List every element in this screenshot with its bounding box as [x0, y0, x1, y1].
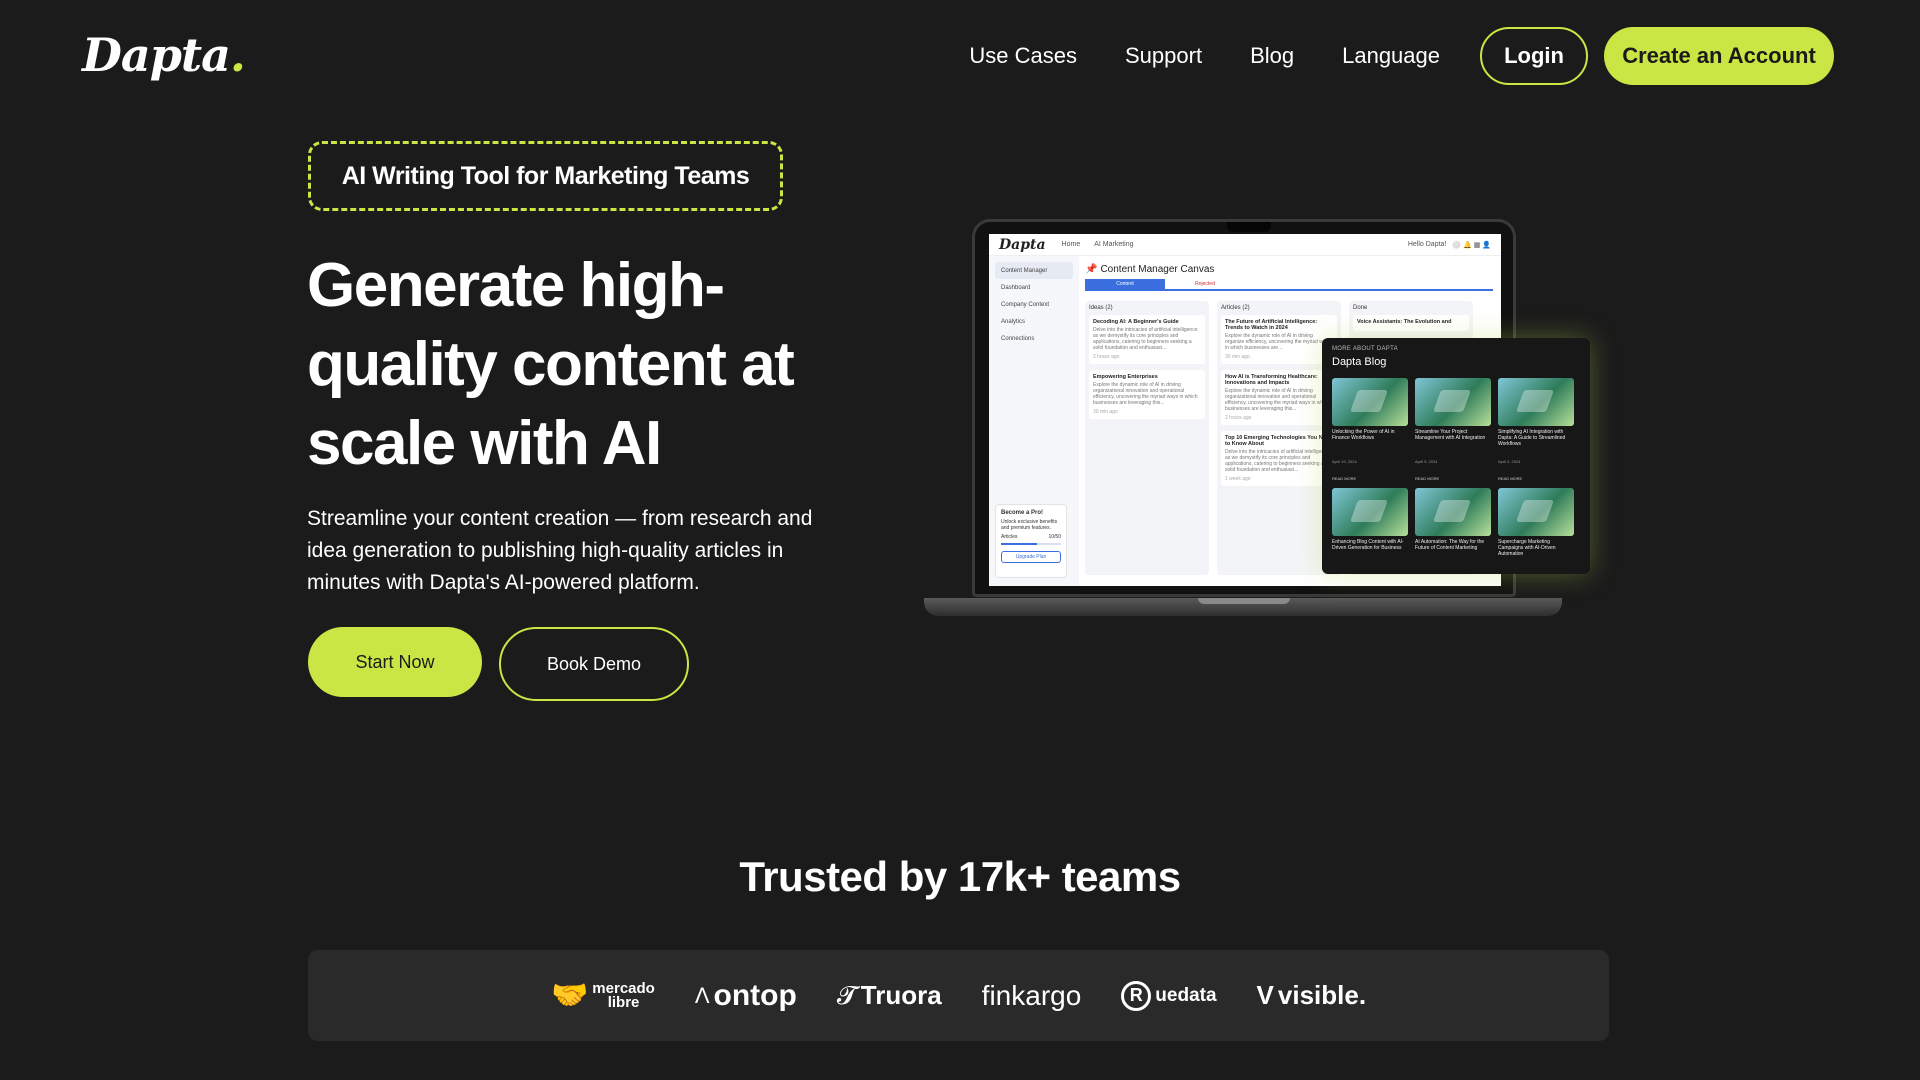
- pin-icon: 📌: [1085, 264, 1098, 275]
- app-sidebar-connections: Connections: [1001, 335, 1035, 342]
- laptop-base: [924, 598, 1562, 616]
- content-card: Voice Assistants: The Evolution and: [1353, 315, 1469, 331]
- caret-icon: Λ: [694, 982, 710, 1008]
- blog-panel: MORE ABOUT DAPTA Dapta Blog Unlocking th…: [1322, 338, 1590, 574]
- content-card: How AI is Transforming Healthcare: Innov…: [1221, 370, 1337, 425]
- create-account-button[interactable]: Create an Account: [1604, 27, 1834, 85]
- blog-card: Enhancing Blog Content with AI-Driven Ge…: [1332, 488, 1408, 574]
- tab-content: Content: [1085, 279, 1165, 289]
- login-button[interactable]: Login: [1480, 27, 1588, 85]
- truora-mark-icon: 𝓣: [836, 979, 857, 1010]
- canvas-title-text: Content Manager Canvas: [1100, 264, 1215, 275]
- main-nav: Use Cases Support Blog Language Login Cr…: [969, 27, 1834, 85]
- content-card: Top 10 Emerging Technologies You Need to…: [1221, 431, 1337, 486]
- hero-headline: Generate high-quality content at scale w…: [307, 251, 795, 478]
- nav-link-blog[interactable]: Blog: [1250, 43, 1294, 69]
- app-greeting: Hello Dapta!: [1407, 241, 1447, 248]
- content-card: Decoding AI: A Beginner's Guide Delve int…: [1089, 315, 1205, 364]
- promo-text: Unlock exclusive benefits and premium fe…: [1001, 519, 1058, 531]
- laptop-notch: [1227, 222, 1271, 232]
- ontop-logo: Λ ontop: [694, 978, 797, 1012]
- nav-link-use-cases[interactable]: Use Cases: [969, 43, 1077, 69]
- blog-card: AI Automation: The Way for the Future of…: [1415, 488, 1491, 574]
- ruedata-mark-icon: R: [1121, 980, 1152, 1011]
- nav-link-support[interactable]: Support: [1125, 43, 1202, 69]
- logo-text: Dapta: [82, 28, 231, 82]
- app-sidebar: Content Manager Dashboard Company Contex…: [989, 256, 1079, 586]
- column-title: Articles (2): [1221, 305, 1250, 311]
- blog-title: Dapta Blog: [1332, 356, 1387, 368]
- blog-kicker: MORE ABOUT DAPTA: [1332, 346, 1398, 352]
- app-sidebar-content-manager: Content Manager: [995, 262, 1073, 279]
- blog-card: Streamline Your Project Management with …: [1415, 378, 1491, 482]
- hero-subtext: Streamline your content creation — from …: [307, 507, 813, 594]
- promo-meter: Articles 10/50: [1001, 534, 1061, 540]
- blog-thumbnail: [1332, 378, 1408, 426]
- app-logo: Dapta: [999, 236, 1046, 253]
- content-card: The Future of Artificial Intelligence: T…: [1221, 315, 1337, 364]
- ruedata-logo: R uedata: [1121, 980, 1217, 1011]
- app-topbar: Dapta Home AI Marketing Hello Dapta! ⚪ 🔔…: [989, 234, 1501, 256]
- content-card: Empowering Enterprises Explore the dynami…: [1089, 370, 1205, 419]
- canvas-tabs: Content Rejected: [1085, 279, 1493, 291]
- canvas-title: 📌 Content Manager Canvas: [1085, 264, 1501, 275]
- visible-mark-icon: V: [1256, 980, 1274, 1010]
- start-now-button[interactable]: Start Now: [308, 627, 482, 697]
- blog-grid: Unlocking the Power of AI in Finance Wor…: [1332, 378, 1580, 574]
- promo-title: Become a Pro!: [1001, 510, 1044, 516]
- blog-card: Unlocking the Power of AI in Finance Wor…: [1332, 378, 1408, 482]
- blog-thumbnail: [1415, 378, 1491, 426]
- app-breadcrumb-ai-marketing: AI Marketing: [1094, 241, 1134, 248]
- blog-thumbnail: [1498, 378, 1574, 426]
- blog-thumbnail: [1498, 488, 1574, 536]
- kanban-column-ideas: Ideas (2) Decoding AI: A Beginner's Guid…: [1085, 301, 1209, 575]
- logo-dot: .: [229, 28, 246, 82]
- tab-rejected: Rejected: [1195, 281, 1215, 287]
- blog-thumbnail: [1415, 488, 1491, 536]
- handshake-icon: 🤝: [550, 979, 589, 1012]
- nav-link-language[interactable]: Language: [1342, 43, 1440, 69]
- column-title: Done: [1353, 305, 1368, 311]
- promo-label: Articles: [1001, 534, 1018, 540]
- promo-upgrade-button: Upgrade Plan: [1001, 551, 1061, 563]
- app-header-icons: ⚪ 🔔 ▦ 👤: [1452, 241, 1491, 249]
- app-sidebar-dashboard: Dashboard: [1001, 284, 1031, 291]
- client-logos-bar: 🤝 mercado libre Λ ontop 𝓣 Truora finkargo…: [308, 950, 1609, 1041]
- promo-progress: [1001, 543, 1061, 545]
- promo-count: 10/50: [1048, 534, 1061, 540]
- column-title: Ideas (2): [1089, 305, 1113, 311]
- finkargo-logo: finkargo: [981, 979, 1082, 1011]
- app-promo-card: Become a Pro! Unlock exclusive benefits …: [995, 504, 1067, 578]
- visible-logo: V visible.: [1256, 980, 1367, 1010]
- mercado-libre-logo: 🤝 mercado libre: [550, 979, 655, 1012]
- blog-card: Simplifying AI Integration with Dapta: A…: [1498, 378, 1574, 482]
- app-breadcrumb-home: Home: [1061, 241, 1081, 248]
- trusted-heading: Trusted by 17k+ teams: [739, 853, 1181, 900]
- blog-thumbnail: [1332, 488, 1408, 536]
- dapta-logo[interactable]: Dapta.: [82, 28, 246, 82]
- hero-tag: AI Writing Tool for Marketing Teams: [308, 141, 783, 211]
- book-demo-button[interactable]: Book Demo: [499, 627, 689, 701]
- blog-card: Supercharge Marketing Campaigns with AI-…: [1498, 488, 1574, 574]
- app-sidebar-company-context: Company Context: [1001, 301, 1050, 308]
- truora-logo: 𝓣 Truora: [836, 979, 942, 1011]
- app-sidebar-analytics: Analytics: [1001, 318, 1026, 325]
